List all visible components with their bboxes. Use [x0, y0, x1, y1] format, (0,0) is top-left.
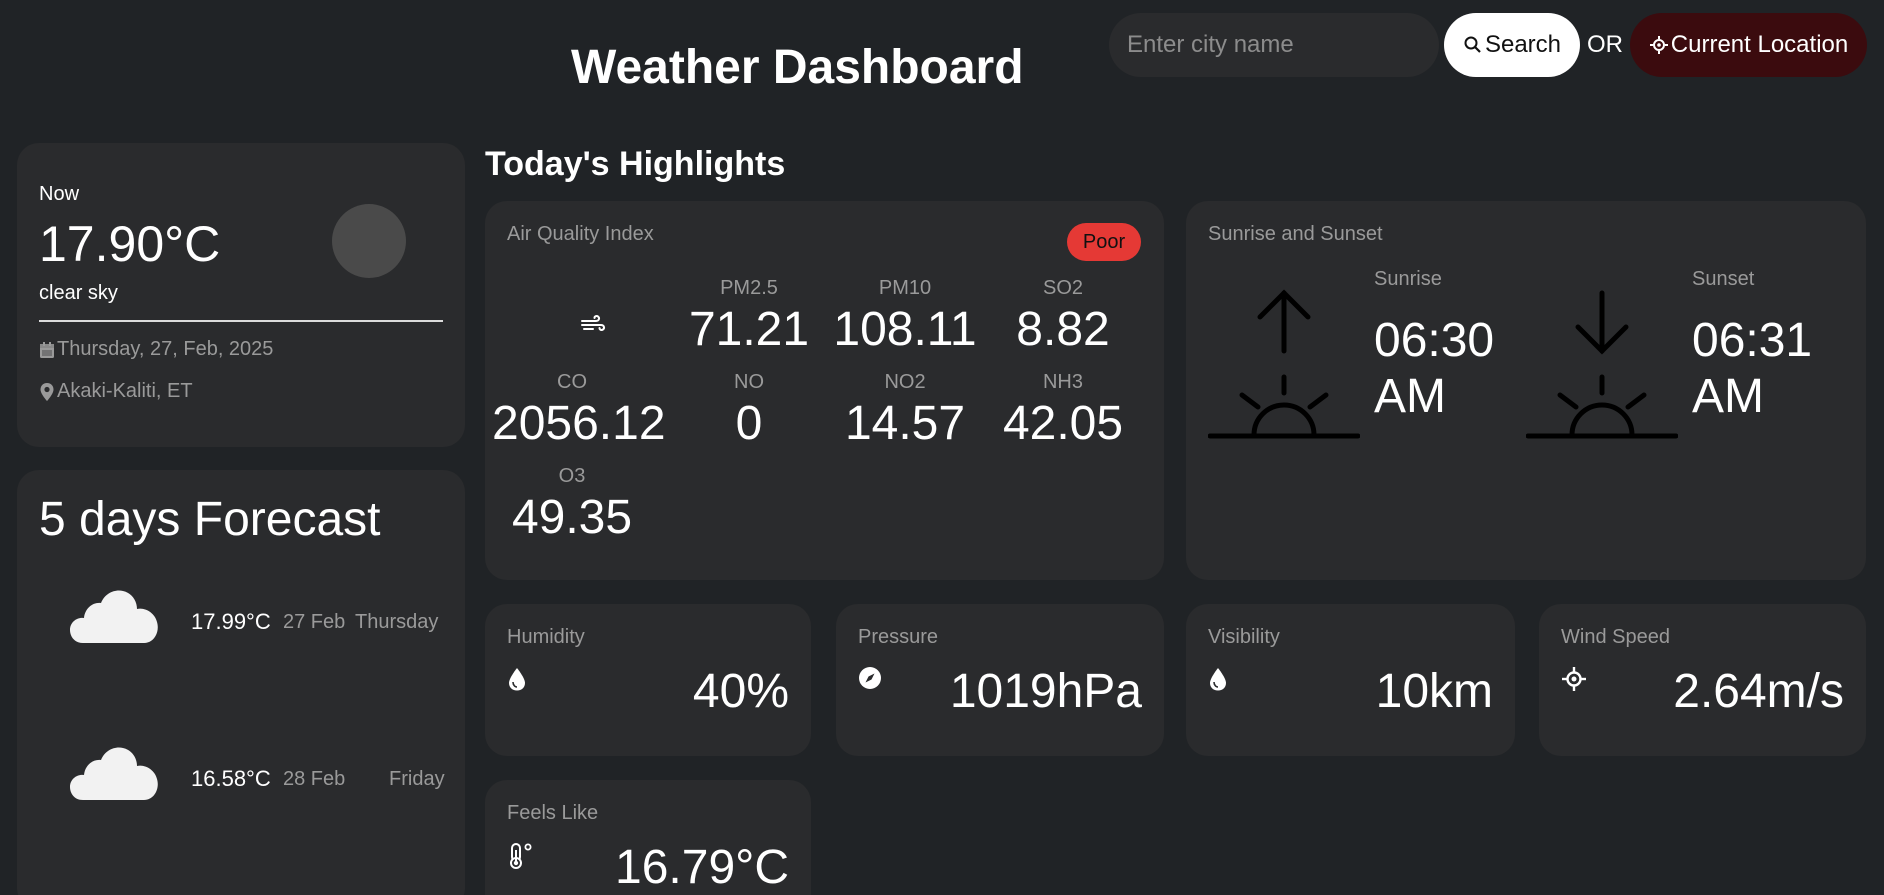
weather-description: clear sky	[39, 282, 118, 304]
aqi-item-key: PM10	[878, 277, 932, 299]
aqi-item-key: CO	[557, 371, 587, 393]
aqi-item-value: 14.57	[844, 397, 966, 450]
search-button[interactable]: Search	[1444, 13, 1580, 77]
pressure-label: Pressure	[858, 626, 939, 648]
search-button-label: Search	[1484, 31, 1562, 58]
forecast-date: 28 Feb	[283, 768, 346, 790]
aqi-item-value: 71.21	[688, 303, 810, 356]
aqi-item-key: NH3	[1042, 371, 1083, 393]
forecast-temp: 17.99°C	[191, 609, 271, 634]
thermometer-icon	[510, 843, 532, 869]
or-label: OR	[1587, 31, 1623, 58]
pressure-value: 1019hPa	[949, 665, 1142, 718]
aqi-item: SO2 8.82	[983, 277, 1143, 357]
current-date: Thursday, 27, Feb, 2025	[57, 338, 274, 360]
visibility-value: 10km	[1375, 665, 1493, 718]
cloud-icon	[70, 590, 158, 643]
wind-speed-label: Wind Speed	[1561, 626, 1670, 648]
aqi-item-value: 42.05	[1002, 397, 1124, 450]
feels-like-card: Feels Like 16.79°C	[485, 780, 811, 895]
location-pin-icon	[40, 382, 54, 401]
highlights-title: Today's Highlights	[485, 145, 786, 183]
aqi-status-badge: Poor	[1067, 223, 1141, 261]
humidity-label: Humidity	[507, 626, 585, 648]
sunset-icon	[1526, 290, 1678, 439]
search-icon	[1464, 36, 1481, 53]
aqi-item: NO 0	[669, 371, 829, 451]
aqi-item: PM2.5 71.21	[669, 277, 829, 357]
forecast-date: 27 Feb	[283, 611, 346, 633]
feels-like-value: 16.79°C	[615, 841, 789, 894]
visibility-label: Visibility	[1208, 626, 1280, 648]
aqi-item: NO2 14.57	[825, 371, 985, 451]
sunrise-time: 06:30 AM	[1374, 314, 1495, 423]
aqi-item-value: 49.35	[511, 491, 633, 544]
aqi-item-key: SO2	[1042, 277, 1084, 299]
sun-card: Sunrise and Sunset Sunrise 06:30 AM Suns…	[1186, 201, 1866, 580]
forecast-item: 16.58°C 28 Feb Friday	[69, 742, 469, 812]
forecast-card: 5 days Forecast 17.99°C 27 Feb Thursday …	[17, 470, 465, 895]
cloud-icon	[70, 747, 158, 800]
date-row: Thursday, 27, Feb, 2025	[39, 338, 273, 361]
pressure-card: Pressure 1019hPa	[836, 604, 1164, 756]
aqi-item-key: PM2.5	[720, 277, 778, 299]
aqi-item: NH3 42.05	[983, 371, 1143, 451]
divider	[39, 320, 443, 322]
aqi-item-value: 108.11	[833, 303, 977, 356]
compass-icon	[859, 667, 881, 689]
aqi-item-value: 0	[735, 397, 763, 450]
current-location: Akaki-Kaliti, ET	[57, 380, 193, 402]
droplet-icon	[509, 668, 525, 691]
feels-like-label: Feels Like	[507, 802, 599, 824]
forecast-title: 5 days Forecast	[39, 493, 381, 546]
sunrise-label: Sunrise	[1374, 268, 1442, 290]
sun-card-label: Sunrise and Sunset	[1208, 223, 1383, 245]
crosshair-icon	[1562, 667, 1586, 691]
crosshair-icon	[1649, 36, 1668, 54]
sunset-label: Sunset	[1692, 268, 1755, 290]
forecast-temp: 16.58°C	[191, 766, 271, 791]
forecast-day: Thursday	[355, 611, 439, 633]
wind-speed-card: Wind Speed 2.64m/s	[1539, 604, 1866, 756]
humidity-card: Humidity 40%	[485, 604, 811, 756]
aqi-item: CO 2056.12	[492, 371, 666, 451]
aqi-item-key: O3	[558, 465, 586, 487]
aqi-item-value: 8.82	[1016, 303, 1110, 356]
aqi-label: Air Quality Index	[507, 223, 654, 245]
location-row: Akaki-Kaliti, ET	[39, 380, 193, 403]
current-location-button[interactable]: Current Location	[1630, 13, 1867, 77]
current-location-label: Current Location	[1670, 31, 1849, 58]
search-input[interactable]	[1109, 13, 1439, 77]
humidity-value: 40%	[692, 665, 789, 718]
wind-speed-value: 2.64m/s	[1673, 665, 1844, 718]
sunset-time: 06:31 AM	[1692, 314, 1813, 423]
visibility-card: Visibility 10km	[1186, 604, 1515, 756]
aqi-item-key: NO2	[884, 371, 926, 393]
droplet-icon	[1210, 668, 1226, 691]
forecast-item: 17.99°C 27 Feb Thursday	[69, 585, 469, 655]
weather-icon	[332, 204, 406, 278]
now-label: Now	[39, 183, 80, 205]
aqi-item-key: NO	[734, 371, 764, 393]
sunrise-icon	[1208, 289, 1360, 439]
page-title: Weather Dashboard	[571, 41, 1024, 94]
current-temp: 17.90°C	[39, 216, 221, 272]
calendar-icon	[40, 341, 54, 358]
aqi-card: Air Quality Index Poor PM2.5 71.21 PM10 …	[485, 201, 1164, 580]
current-weather-card: Now 17.90°C clear sky Thursday, 27, Feb,…	[17, 143, 465, 447]
aqi-item-value: 2056.12	[492, 397, 666, 450]
wind-icon	[581, 315, 606, 331]
aqi-item: PM10 108.11	[825, 277, 985, 357]
aqi-item: O3 49.35	[492, 465, 652, 545]
forecast-day: Friday	[389, 768, 445, 790]
